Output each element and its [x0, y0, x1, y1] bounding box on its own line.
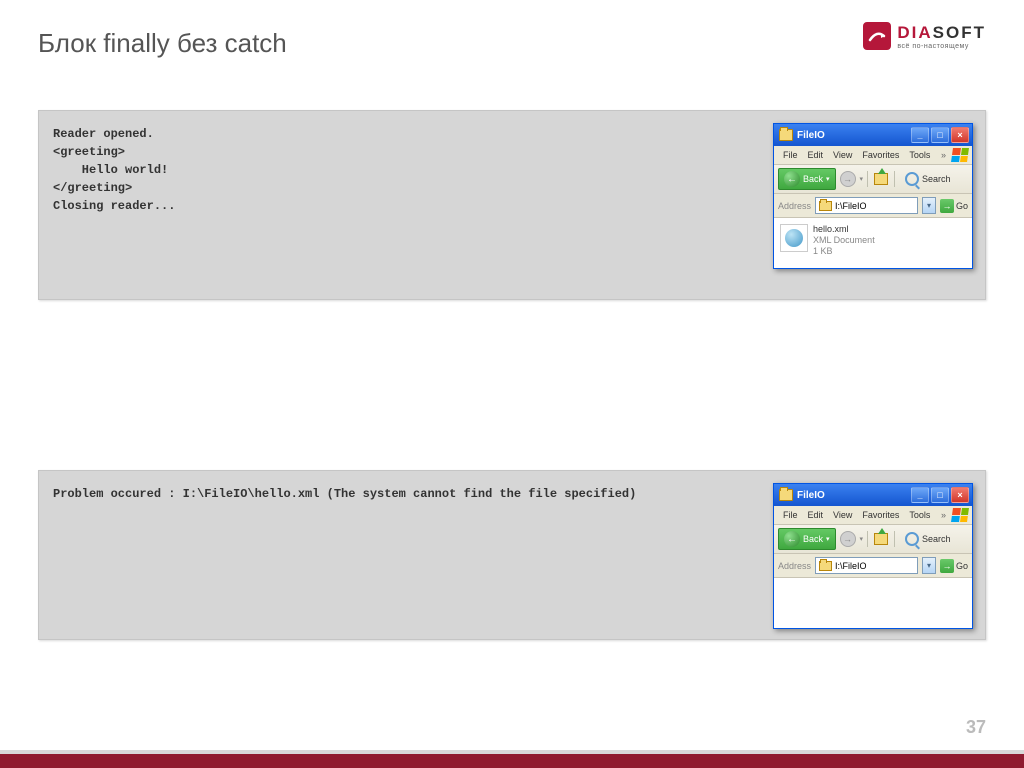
up-folder-icon [874, 533, 888, 545]
menu-edit[interactable]: Edit [803, 149, 829, 161]
explorer-title: FileIO [797, 130, 911, 141]
menu-tools[interactable]: Tools [904, 149, 935, 161]
explorer-window-with-file: FileIO _ □ × File Edit View Favorites To… [773, 123, 973, 269]
address-field[interactable]: I:\FileIO [815, 557, 918, 574]
slide-title: Блок finally без catch [38, 28, 287, 59]
menu-overflow-icon[interactable]: » [937, 510, 950, 520]
logo-tagline: всё по-настоящему [897, 43, 986, 50]
explorer-titlebar[interactable]: FileIO _ □ × [774, 484, 972, 506]
file-name: hello.xml [813, 224, 875, 235]
search-button[interactable]: Search [899, 169, 957, 189]
back-button[interactable]: ← Back ▾ [778, 528, 836, 550]
up-button[interactable] [872, 530, 890, 548]
menu-edit[interactable]: Edit [803, 509, 829, 521]
file-size: 1 KB [813, 246, 875, 257]
folder-icon [819, 561, 832, 571]
xml-file-icon [780, 224, 808, 252]
explorer-window-empty: FileIO _ □ × File Edit View Favorites To… [773, 483, 973, 629]
menu-view[interactable]: View [828, 509, 857, 521]
menu-file[interactable]: File [778, 509, 803, 521]
windows-logo-icon [951, 508, 969, 522]
close-button[interactable]: × [951, 127, 969, 143]
explorer-content[interactable]: hello.xml XML Document 1 KB [774, 218, 972, 268]
logo: DIASOFT всё по-настоящему [863, 22, 986, 50]
search-icon [905, 532, 919, 546]
explorer-titlebar[interactable]: FileIO _ □ × [774, 124, 972, 146]
windows-logo-icon [951, 148, 969, 162]
explorer-menubar: File Edit View Favorites Tools » [774, 146, 972, 165]
folder-icon [779, 129, 793, 141]
explorer-title: FileIO [797, 490, 911, 501]
go-button[interactable]: → Go [940, 199, 968, 213]
menu-favorites[interactable]: Favorites [857, 509, 904, 521]
forward-button[interactable]: → [840, 531, 856, 547]
page-number: 37 [966, 717, 986, 738]
code-panel-success: Reader opened. <greeting> Hello world! <… [38, 110, 986, 300]
address-dropdown-icon[interactable]: ▾ [922, 557, 936, 574]
folder-icon [819, 201, 832, 211]
back-arrow-icon: ← [784, 171, 800, 187]
footer-bar [0, 754, 1024, 768]
close-button[interactable]: × [951, 487, 969, 503]
up-folder-icon [874, 173, 888, 185]
address-label: Address [778, 561, 811, 571]
explorer-toolbar: ← Back ▾ → ▾ Search [774, 525, 972, 554]
file-type: XML Document [813, 235, 875, 246]
menu-view[interactable]: View [828, 149, 857, 161]
address-path: I:\FileIO [835, 561, 867, 571]
folder-icon [779, 489, 793, 501]
explorer-addressbar: Address I:\FileIO ▾ → Go [774, 554, 972, 578]
menu-favorites[interactable]: Favorites [857, 149, 904, 161]
explorer-addressbar: Address I:\FileIO ▾ → Go [774, 194, 972, 218]
up-button[interactable] [872, 170, 890, 188]
menu-file[interactable]: File [778, 149, 803, 161]
logo-icon [863, 22, 891, 50]
search-button[interactable]: Search [899, 529, 957, 549]
explorer-content-empty[interactable] [774, 578, 972, 628]
minimize-button[interactable]: _ [911, 487, 929, 503]
file-item[interactable]: hello.xml XML Document 1 KB [778, 222, 968, 258]
address-label: Address [778, 201, 811, 211]
back-button[interactable]: ← Back ▾ [778, 168, 836, 190]
address-dropdown-icon[interactable]: ▾ [922, 197, 936, 214]
go-arrow-icon: → [940, 559, 954, 573]
back-arrow-icon: ← [784, 531, 800, 547]
maximize-button[interactable]: □ [931, 127, 949, 143]
forward-button[interactable]: → [840, 171, 856, 187]
explorer-toolbar: ← Back ▾ → ▾ Search [774, 165, 972, 194]
go-arrow-icon: → [940, 199, 954, 213]
address-field[interactable]: I:\FileIO [815, 197, 918, 214]
code-panel-error: Problem occured : I:\FileIO\hello.xml (T… [38, 470, 986, 640]
minimize-button[interactable]: _ [911, 127, 929, 143]
search-icon [905, 172, 919, 186]
menu-overflow-icon[interactable]: » [937, 150, 950, 160]
go-button[interactable]: → Go [940, 559, 968, 573]
address-path: I:\FileIO [835, 201, 867, 211]
maximize-button[interactable]: □ [931, 487, 949, 503]
explorer-menubar: File Edit View Favorites Tools » [774, 506, 972, 525]
menu-tools[interactable]: Tools [904, 509, 935, 521]
logo-brand: DIASOFT [897, 23, 986, 43]
